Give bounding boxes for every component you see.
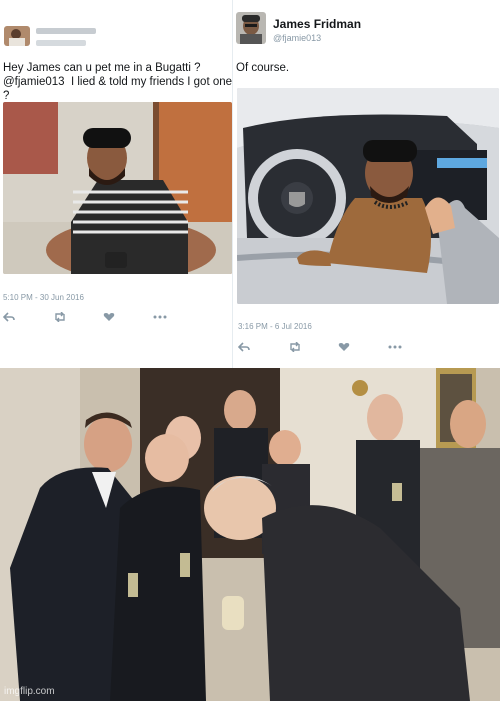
tweet-text-line2: @fjamie013 I lied & told my friends I go… [3, 75, 233, 103]
retweet-icon[interactable] [53, 311, 103, 323]
watermark: imgflip.com [4, 686, 55, 697]
like-icon[interactable] [338, 341, 388, 353]
tweet-text: Of course. [236, 62, 290, 74]
avatar[interactable] [236, 12, 266, 44]
redacted-handle [36, 40, 86, 46]
tweet-actions [3, 311, 203, 323]
tweet-text-line1: Hey James can u pet me in a Bugatti ? [3, 62, 201, 74]
tweet-timestamp[interactable]: 5:10 PM - 30 Jun 2016 [3, 293, 84, 302]
tweet-photo[interactable] [237, 88, 499, 304]
author-name[interactable]: James Fridman [273, 17, 361, 31]
more-icon[interactable] [388, 341, 438, 353]
more-icon[interactable] [153, 311, 203, 323]
avatar[interactable] [4, 26, 30, 46]
reply-icon[interactable] [238, 341, 288, 353]
tweet-timestamp[interactable]: 3:16 PM - 6 Jul 2016 [238, 322, 312, 331]
retweet-icon[interactable] [288, 341, 338, 353]
mention-link[interactable]: @fjamie013 [3, 76, 65, 88]
like-icon[interactable] [103, 311, 153, 323]
tweet-actions [238, 341, 438, 353]
panel-divider [232, 0, 233, 368]
laughing-men-meme-image: imgflip.com [0, 368, 500, 701]
tweet-text: Hey James can u pet me in a Bugatti ? @f… [3, 61, 233, 103]
reply-icon[interactable] [3, 311, 53, 323]
tweet-photo[interactable] [3, 102, 232, 274]
redacted-name [36, 28, 96, 34]
author-handle[interactable]: @fjamie013 [273, 33, 321, 43]
tweets-panel: Hey James can u pet me in a Bugatti ? @f… [0, 0, 500, 368]
